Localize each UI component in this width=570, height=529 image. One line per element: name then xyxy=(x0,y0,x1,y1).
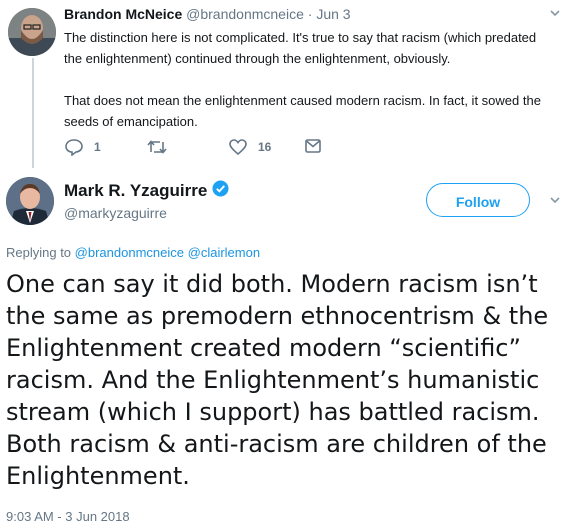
tweet1-date[interactable]: Jun 3 xyxy=(316,6,350,22)
tweet1-header: Brandon McNeice @brandonmcneice · Jun 3 xyxy=(64,6,351,22)
chevron-down-icon[interactable] xyxy=(548,193,562,210)
reply-button[interactable]: 1 xyxy=(64,138,101,156)
retweet-icon xyxy=(146,138,168,156)
tweet1-author-handle[interactable]: @brandonmcneice xyxy=(186,6,304,22)
tweet1-separator: · xyxy=(307,6,313,22)
reply-mention-clairlemon[interactable]: @clairlemon xyxy=(188,245,260,260)
dm-icon xyxy=(304,138,322,154)
replying-to: Replying to @brandonmcneice @clairlemon xyxy=(6,245,260,260)
like-count: 16 xyxy=(258,140,272,154)
reply-icon xyxy=(64,138,84,156)
avatar-brandon[interactable] xyxy=(8,8,56,56)
thread-connector-line xyxy=(32,58,34,168)
retweet-button[interactable] xyxy=(146,138,178,156)
tweet1-paragraph-2: That does not mean the enlightenment cau… xyxy=(64,93,541,129)
follow-button[interactable]: Follow xyxy=(426,183,530,217)
tweet1-actions: 1 16 xyxy=(64,138,344,160)
avatar-mark[interactable] xyxy=(6,177,54,225)
tweet1-text: The distinction here is not complicated.… xyxy=(64,27,554,132)
tweet2-author-handle[interactable]: @markyzaguirre xyxy=(64,205,167,221)
tweet1-paragraph-1: The distinction here is not complicated.… xyxy=(64,30,537,66)
tweet2-timestamp[interactable]: 9:03 AM - 3 Jun 2018 xyxy=(6,509,130,524)
direct-message-button[interactable] xyxy=(304,138,322,154)
chevron-down-icon[interactable] xyxy=(548,6,562,23)
reply-count: 1 xyxy=(94,140,101,154)
tweet2-text: One can say it did both. Modern racism i… xyxy=(6,270,549,490)
reply-mention-brandonmcneice[interactable]: @brandonmcneice xyxy=(75,245,184,260)
tweet2-author-name[interactable]: Mark R. Yzaguirre xyxy=(64,181,207,201)
like-button[interactable]: 16 xyxy=(228,138,271,156)
tweet2-author-name-row: Mark R. Yzaguirre xyxy=(64,180,229,202)
verified-badge-icon xyxy=(212,180,229,202)
heart-icon xyxy=(228,138,248,156)
tweet1-author-name[interactable]: Brandon McNeice xyxy=(64,6,182,22)
replying-to-label: Replying to xyxy=(6,245,72,260)
